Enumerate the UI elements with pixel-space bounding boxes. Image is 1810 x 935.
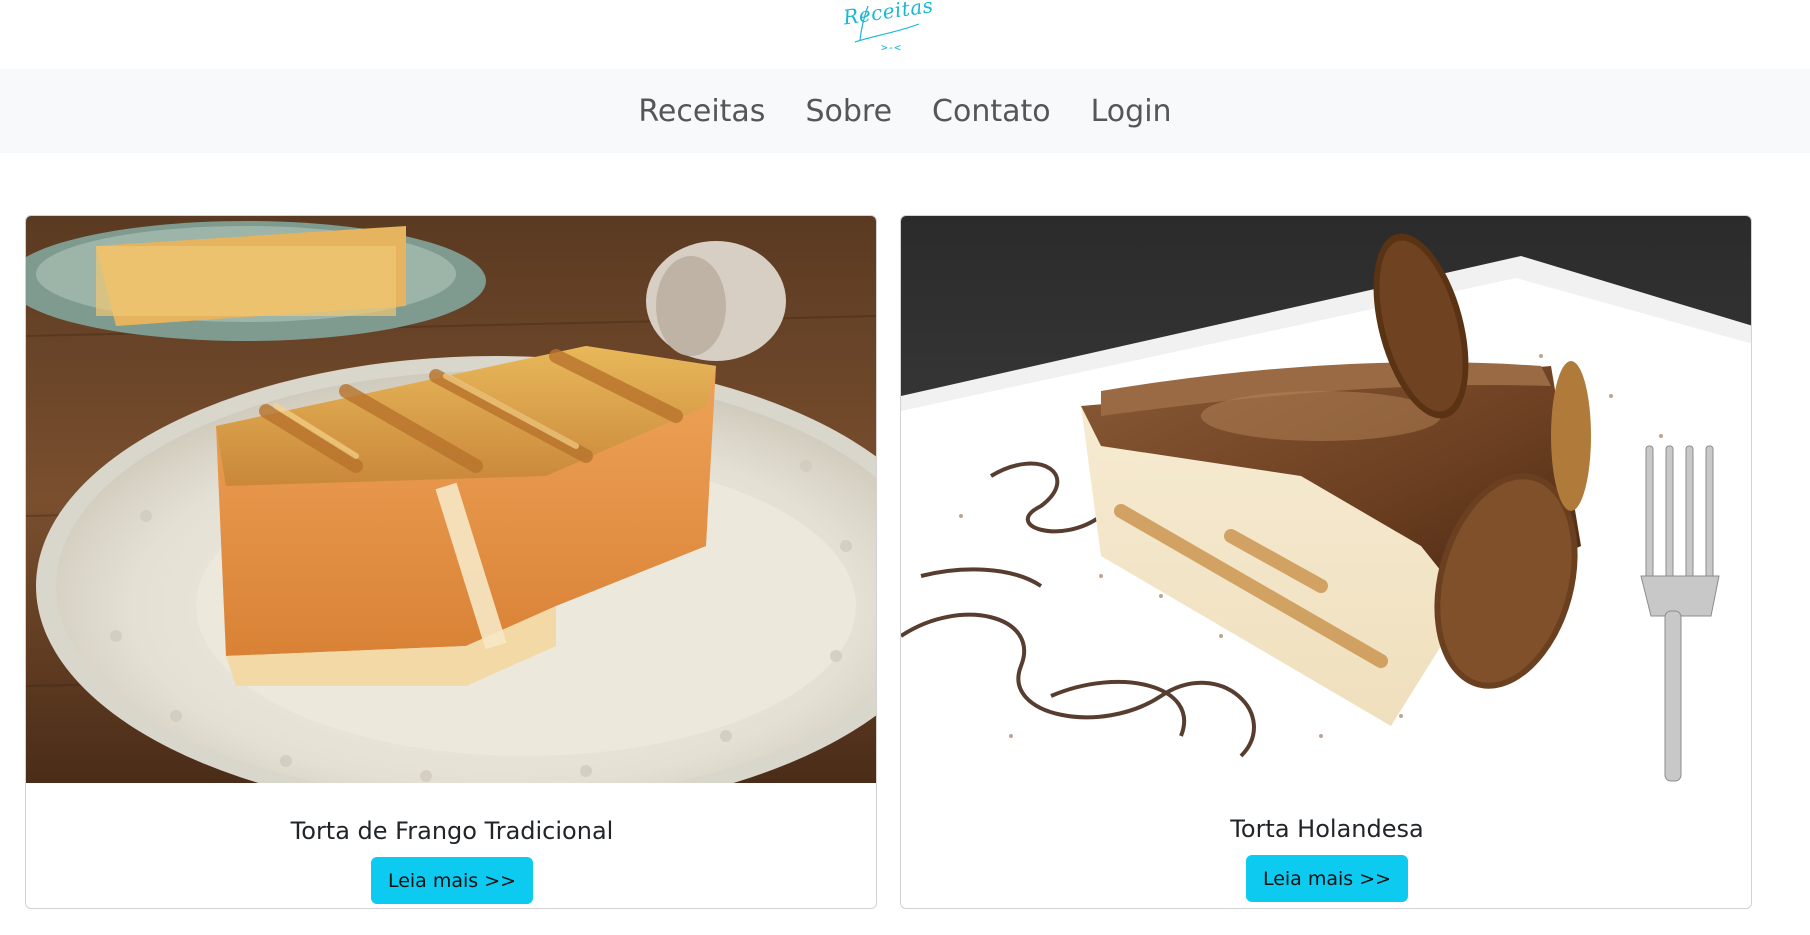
card-title: Torta Holandesa [1230,815,1424,843]
dutch-pie-image[interactable] [901,216,1751,783]
card-body: Torta de Frango Tradicional Leia mais >> [26,783,876,908]
nav-link-receitas[interactable]: Receitas [638,94,765,129]
card-title: Torta de Frango Tradicional [290,817,614,845]
nav-link-login[interactable]: Login [1091,94,1172,129]
site-logo[interactable]: Receitas >-< [842,0,935,62]
main-navbar: Receitas Sobre Contato Login [0,69,1810,153]
chicken-pie-image[interactable] [26,216,876,783]
recipe-card-frango: Torta de Frango Tradicional Leia mais >> [25,215,877,909]
read-more-button[interactable]: Leia mais >> [370,857,534,904]
nav-link-sobre[interactable]: Sobre [805,94,892,129]
recipe-card-holandesa: Torta Holandesa Leia mais >> [900,215,1752,909]
read-more-button[interactable]: Leia mais >> [1245,855,1409,902]
nav-list: Receitas Sobre Contato Login [0,69,1810,153]
card-body: Torta Holandesa Leia mais >> [901,783,1751,908]
dutch-pie-illustration [901,216,1751,783]
logo-accent: >-< [881,41,901,54]
nav-link-contato[interactable]: Contato [932,94,1051,129]
logo-bar: Receitas >-< [0,0,1810,69]
chicken-pie-illustration [26,216,876,783]
